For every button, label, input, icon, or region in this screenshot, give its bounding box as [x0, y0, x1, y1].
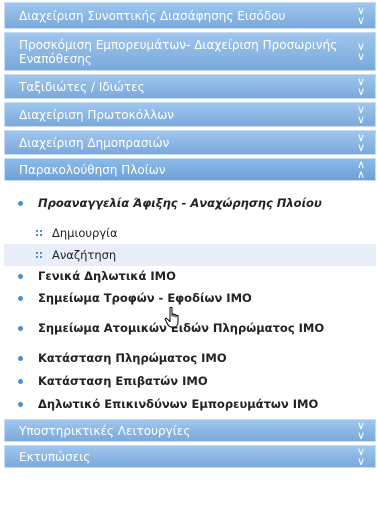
- section-auctions-header[interactable]: Διαχείριση Δημοπρασιών ∨ ∨: [4, 130, 376, 155]
- section-summary-declaration-header[interactable]: Διαχείριση Συνοπτικής Διασάφησης Εισόδου…: [4, 2, 376, 29]
- bullet-icon: [18, 402, 23, 407]
- section-label: Ταξιδιώτες / Ιδιώτες: [19, 79, 145, 94]
- submenu-item-search[interactable]: Αναζήτηση: [4, 244, 376, 266]
- section-goods-presentation-header[interactable]: Προσκόμιση Εμπορευμάτων- Διαχείριση Προσ…: [4, 32, 376, 71]
- section-support-functions-header[interactable]: Υποστηρικτικές Λειτουργίες ∨ ∨: [4, 419, 376, 442]
- bullet-icon: [18, 355, 23, 361]
- bullet-icon: [18, 201, 23, 206]
- menu-item-imo-crew-effects[interactable]: Σημείωμα Ατομικών Ειδών Πληρώματος IMO: [4, 309, 376, 346]
- section-label: Διαχείριση Συνοπτικής Διασάφησης Εισόδου: [19, 8, 286, 23]
- menu-item-label: Προαναγγελία Άφιξης - Αναχώρησης Πλοίου: [38, 196, 322, 210]
- menu-item-label: Κατάσταση Πληρώματος IMO: [38, 350, 227, 365]
- submenu-item-label: Δημιουργία: [52, 226, 118, 240]
- chevron-double-down-icon: ∨ ∨: [356, 130, 365, 154]
- submenu-item-label: Αναζήτηση: [52, 248, 117, 262]
- section-travelers-header[interactable]: Ταξιδιώτες / Ιδιώτες ∨ ∨: [4, 74, 376, 99]
- menu-item-imo-crew-list[interactable]: Κατάσταση Πληρώματος IMO: [4, 346, 376, 369]
- section-label: Προσκόμιση Εμπορευμάτων- Διαχείριση Προσ…: [19, 37, 338, 66]
- menu-item-label: Κατάσταση Επιβατών IMO: [38, 373, 208, 388]
- section-label: Διαχείριση Δημοπρασιών: [19, 135, 170, 150]
- menu-item-imo-general-declarations[interactable]: Γενικά Δηλωτικά IMO: [4, 266, 376, 286]
- section-label: Υποστηρικτικές Λειτουργίες: [19, 423, 191, 438]
- ship-monitoring-panel: Προαναγγελία Άφιξης - Αναχώρησης Πλοίου …: [4, 184, 376, 416]
- chevron-double-down-icon: ∨ ∨: [356, 102, 365, 126]
- menu-item-label: Δηλωτικό Επικινδύνων Εμπορευμάτων IMO: [38, 397, 319, 411]
- bullet-icon: [18, 378, 23, 384]
- menu-item-arrival-departure[interactable]: Προαναγγελία Άφιξης - Αναχώρησης Πλοίου: [4, 184, 376, 222]
- menu-item-imo-stores[interactable]: Σημείωμα Τροφών - Εφοδίων IMO: [4, 286, 376, 309]
- menu-item-imo-dangerous-goods[interactable]: Δηλωτικό Επικινδύνων Εμπορευμάτων IMO: [4, 392, 376, 416]
- accordion-menu: Διαχείριση Συνοπτικής Διασάφησης Εισόδου…: [4, 2, 376, 471]
- bullet-icon: [18, 325, 23, 331]
- menu-item-label: Σημείωμα Τροφών - Εφοδίων IMO: [38, 290, 252, 305]
- menu-item-label: Γενικά Δηλωτικά IMO: [38, 269, 176, 283]
- grid-bullet-icon: [36, 230, 42, 236]
- section-label: Παρακολούθηση Πλοίων: [19, 162, 166, 177]
- bullet-icon: [18, 295, 23, 301]
- chevron-double-down-icon: ∨ ∨: [356, 74, 365, 98]
- section-label: Διαχείριση Πρωτοκόλλων: [19, 107, 174, 122]
- bullet-icon: [18, 274, 23, 279]
- submenu-item-create[interactable]: Δημιουργία: [4, 222, 376, 244]
- chevron-double-down-icon: ∨ ∨: [356, 444, 365, 468]
- section-protocols-header[interactable]: Διαχείριση Πρωτοκόλλων ∨ ∨: [4, 102, 376, 127]
- section-label: Εκτυπώσεις: [19, 449, 91, 464]
- hand-pointer-icon: [164, 307, 179, 328]
- chevron-double-down-icon: ∨ ∨: [356, 3, 365, 27]
- chevron-double-down-icon: ∨ ∨: [356, 39, 365, 63]
- section-ship-monitoring-header[interactable]: Παρακολούθηση Πλοίων ∧ ∧: [4, 158, 376, 181]
- chevron-double-down-icon: ∨ ∨: [356, 418, 365, 442]
- chevron-double-up-icon: ∧ ∧: [356, 157, 365, 181]
- grid-bullet-icon: [36, 252, 42, 258]
- menu-item-imo-passenger-list[interactable]: Κατάσταση Επιβατών IMO: [4, 369, 376, 392]
- section-printouts-header[interactable]: Εκτυπώσεις ∨ ∨: [4, 445, 376, 468]
